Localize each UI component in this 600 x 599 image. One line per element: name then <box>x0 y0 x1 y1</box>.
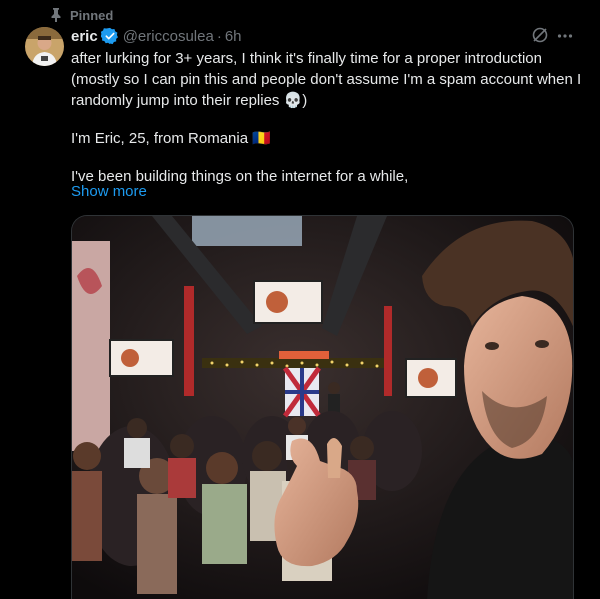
timestamp[interactable]: 6h <box>225 28 242 45</box>
display-name[interactable]: eric <box>71 28 98 45</box>
pinned-label: Pinned <box>70 7 114 23</box>
pinned-post[interactable]: Pinned eric @ericcosulea · 6h after lurk… <box>0 0 600 599</box>
post-photo[interactable] <box>71 215 574 599</box>
avatar[interactable] <box>25 27 64 66</box>
post-header: eric @ericcosulea · 6h <box>71 26 242 46</box>
grok-icon[interactable] <box>531 26 549 44</box>
post-paragraph: I'm Eric, 25, from Romania 🇷🇴 <box>71 130 271 147</box>
verified-badge-icon <box>100 27 118 45</box>
separator: · <box>216 27 222 45</box>
post-text: after lurking for 3+ years, I think it's… <box>71 48 586 187</box>
show-more-link[interactable]: Show more <box>71 183 147 200</box>
post-paragraph: after lurking for 3+ years, I think it's… <box>71 50 582 109</box>
pinned-indicator: Pinned <box>50 6 113 24</box>
post-paragraph: I've been building things on the interne… <box>71 168 409 185</box>
handle[interactable]: @ericcosulea <box>123 28 214 45</box>
more-icon[interactable] <box>557 28 573 44</box>
pin-icon <box>51 8 61 22</box>
